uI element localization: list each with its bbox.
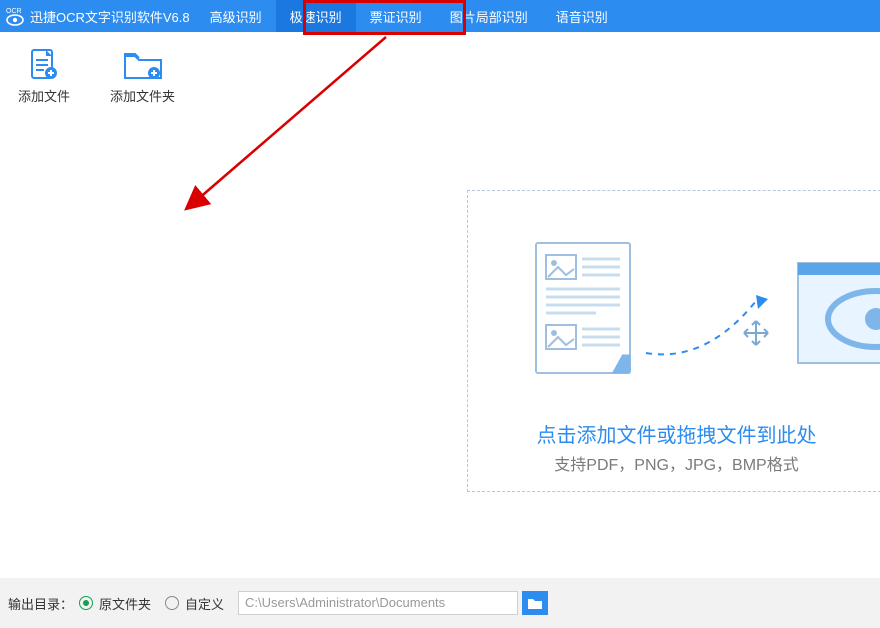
- add-folder-button[interactable]: 添加文件夹: [110, 46, 175, 105]
- menu-item-fast[interactable]: 极速识别: [276, 0, 356, 32]
- drop-zone[interactable]: 点击添加文件或拖拽文件到此处 支持PDF，PNG，JPG，BMP格式: [467, 190, 880, 492]
- top-menu-bar: OCR 迅捷OCR文字识别软件V6.8 高级识别 极速识别 票证识别 图片局部识…: [0, 0, 880, 32]
- radio-custom-folder[interactable]: 自定义: [165, 594, 224, 613]
- app-title: 迅捷OCR文字识别软件V6.8: [30, 7, 190, 26]
- menu-item-region[interactable]: 图片局部识别: [436, 0, 542, 32]
- menu: 高级识别 极速识别 票证识别 图片局部识别 语音识别: [196, 0, 622, 32]
- radio-dot-icon: [165, 596, 179, 610]
- radio-custom-label: 自定义: [185, 594, 224, 613]
- toolbar: 添加文件 添加文件夹: [0, 32, 880, 118]
- app-logo: OCR 迅捷OCR文字识别软件V6.8: [0, 5, 196, 27]
- add-file-icon: [20, 46, 68, 86]
- radio-original-label: 原文件夹: [99, 594, 151, 613]
- main-area: 点击添加文件或拖拽文件到此处 支持PDF，PNG，JPG，BMP格式: [0, 118, 880, 578]
- output-label: 输出目录：: [8, 594, 73, 613]
- menu-item-voice[interactable]: 语音识别: [542, 0, 622, 32]
- dropzone-subtitle: 支持PDF，PNG，JPG，BMP格式: [468, 451, 880, 475]
- add-folder-label: 添加文件夹: [110, 86, 175, 105]
- add-file-button[interactable]: 添加文件: [18, 46, 70, 105]
- browse-folder-button[interactable]: [522, 591, 548, 615]
- ocr-eye-icon: OCR: [4, 5, 26, 27]
- output-bar: 输出目录： 原文件夹 自定义 C:\Users\Administrator\Do…: [0, 578, 880, 628]
- svg-text:OCR: OCR: [6, 8, 22, 15]
- radio-dot-icon: [79, 596, 93, 610]
- dropzone-title: 点击添加文件或拖拽文件到此处: [468, 419, 880, 448]
- menu-item-advanced[interactable]: 高级识别: [196, 0, 276, 32]
- folder-icon: [527, 596, 543, 610]
- dropzone-illustration: [516, 233, 880, 393]
- menu-item-receipt[interactable]: 票证识别: [356, 0, 436, 32]
- output-path-input[interactable]: C:\Users\Administrator\Documents: [238, 591, 518, 615]
- add-folder-icon: [119, 46, 167, 86]
- add-file-label: 添加文件: [18, 86, 70, 105]
- radio-original-folder[interactable]: 原文件夹: [79, 594, 151, 613]
